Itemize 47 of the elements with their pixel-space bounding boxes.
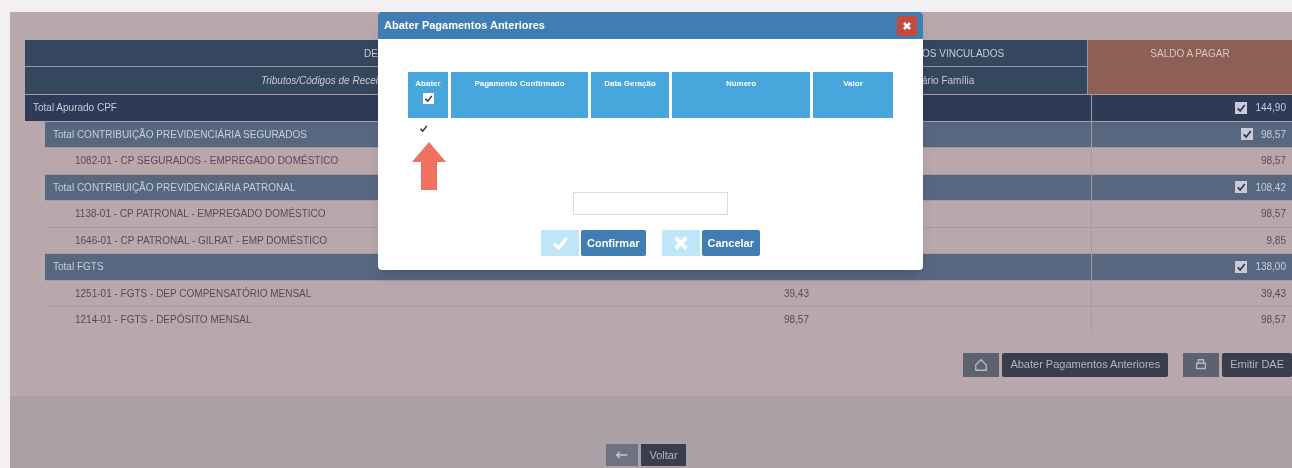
row-label: Total CONTRIBUIÇÃO PREVIDENCIÁRIA SEGURADOS (53, 127, 307, 142)
column-title: Número (725, 78, 757, 90)
header-cell: ário Família (922, 67, 1087, 94)
action-button[interactable]: Abater Pagamentos Anteriores (1002, 352, 1169, 377)
back-button[interactable]: Voltar (641, 444, 686, 466)
row-label: 1251-01 - FGTS - DEP COMPENSATÓRIO MENSAL (75, 286, 312, 301)
row-label: Total CONTRIBUIÇÃO PREVIDENCIÁRIA PATRONAL (53, 180, 296, 195)
row-label: Total Apurado CPF (33, 101, 117, 116)
column-title: Valor (843, 78, 863, 90)
confirm-button[interactable]: Confirmar (580, 230, 646, 256)
dialog-title: Abater Pagamentos Anteriores (384, 18, 545, 34)
amount-text: 144,90 (1255, 101, 1286, 116)
checkbox[interactable] (1235, 260, 1248, 273)
row-label: 1138-01 - CP PATRONAL - EMPREGADO DOMÉSTICO (75, 206, 326, 222)
amount-text: 138,00 (1255, 260, 1286, 275)
printer-icon[interactable] (1183, 352, 1220, 377)
amount-text: 98,57 (1260, 313, 1286, 328)
amount-text: 98,57 (1260, 207, 1286, 222)
amount-text: 108,42 (1255, 180, 1286, 195)
amount-text: 98,57 (1260, 154, 1286, 169)
header-cell: SALDO A PAGAR (1088, 40, 1292, 94)
row-label: 1646-01 - CP PATRONAL - GILRAT - EMP DOMÉSTICO (75, 233, 327, 248)
check-icon[interactable] (540, 230, 579, 256)
checkbox[interactable] (1235, 181, 1248, 194)
checkbox[interactable] (1240, 128, 1253, 141)
column-title: Abater (415, 78, 441, 90)
checkbox[interactable] (422, 93, 434, 104)
header-cell: OS VINCULADOS (922, 40, 1087, 66)
row-label: 1082-01 - CP SEGURADOS - EMPREGADO DOMÉSTICO (75, 153, 339, 169)
input-field[interactable] (573, 192, 728, 215)
header-cell: DE (25, 40, 378, 66)
amount-text: 39,43 (783, 287, 809, 299)
action-button[interactable]: Emitir DAE (1222, 352, 1292, 377)
close-icon[interactable] (897, 15, 917, 36)
checkbox[interactable] (1235, 101, 1248, 114)
amount-text: 98,57 (1260, 127, 1286, 142)
header-cell: Tributos/Códigos de Recei (25, 67, 378, 94)
house-icon[interactable] (963, 352, 1000, 377)
column-title: Pagamento Confirmado (474, 78, 565, 90)
amount-text: 39,43 (1260, 286, 1286, 301)
amount-text: 9,85 (1266, 233, 1286, 248)
cancel-button[interactable]: Cancelar (701, 230, 760, 256)
row-label: 1214-01 - FGTS - DEPÓSITO MENSAL (75, 312, 252, 328)
arrow-icon (411, 142, 446, 190)
column-title: Data Geração (604, 78, 656, 90)
row-label: Total FGTS (53, 260, 104, 275)
amount-text: 98,57 (783, 314, 809, 326)
